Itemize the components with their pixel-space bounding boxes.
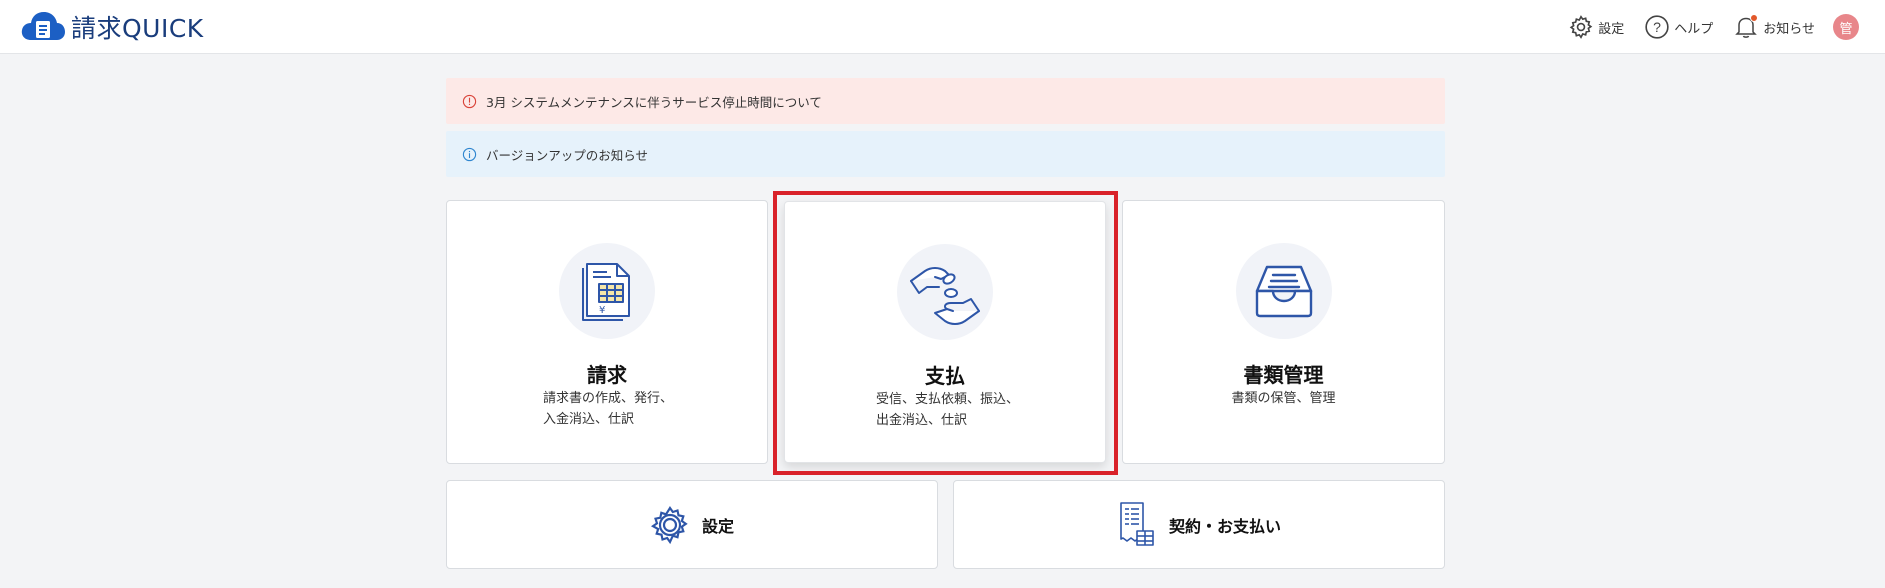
receipt-icon xyxy=(1120,501,1154,546)
billing-desc-line2: 入金消込、仕訳 xyxy=(543,412,635,427)
header-notifications-label: お知らせ xyxy=(1763,21,1815,37)
avatar[interactable]: 管 xyxy=(1833,14,1859,40)
inbox-tray-icon xyxy=(1235,243,1332,339)
payment-desc-line1: 受信、支払依頼、振込、 xyxy=(876,392,1020,407)
maintenance-alert[interactable]: 3月 システムメンテナンスに伴うサービス停止時間について xyxy=(446,78,1445,124)
help-icon: ? xyxy=(1644,14,1670,40)
version-alert-text: バージョンアップのお知らせ xyxy=(486,147,649,163)
contract-payment-label: 契約・お支払い xyxy=(1168,516,1281,536)
documents-desc-line1: 書類の保管、管理 xyxy=(1231,391,1336,406)
app-logo[interactable]: 請求QUICK xyxy=(20,10,204,44)
invoice-icon: ¥ xyxy=(559,243,655,339)
billing-card-description: 請求書の作成、発行、 入金消込、仕訳 xyxy=(543,388,673,430)
gear-icon xyxy=(650,505,688,544)
settings-card-label: 設定 xyxy=(701,516,734,536)
payment-card-title: 支払 xyxy=(925,364,965,388)
cloud-document-logo-icon xyxy=(21,12,65,40)
header-help-button[interactable]: ? ヘルプ xyxy=(1644,14,1713,40)
svg-text:¥: ¥ xyxy=(599,305,605,316)
billing-card[interactable]: ¥ 請求 請求書の作成、発行、 入金消込、仕訳 xyxy=(446,200,768,464)
gear-icon xyxy=(1568,14,1594,40)
svg-text:?: ? xyxy=(1653,19,1661,35)
header-notifications-button[interactable]: お知らせ xyxy=(1733,14,1815,40)
settings-card[interactable]: 設定 xyxy=(446,480,938,569)
app-name: 請求QUICK xyxy=(71,14,204,43)
documents-card-description: 書類の保管、管理 xyxy=(1123,388,1444,409)
payment-card-description: 受信、支払依頼、振込、 出金消込、仕訳 xyxy=(876,389,1019,431)
error-circle-icon xyxy=(462,94,477,108)
payment-desc-line2: 出金消込、仕訳 xyxy=(876,413,968,428)
hand-payment-icon xyxy=(897,244,993,340)
bell-icon xyxy=(1733,14,1759,40)
version-alert[interactable]: バージョンアップのお知らせ xyxy=(446,131,1445,177)
billing-card-title: 請求 xyxy=(587,363,627,387)
payment-card[interactable]: 支払 受信、支払依頼、振込、 出金消込、仕訳 xyxy=(784,201,1106,463)
header-settings-label: 設定 xyxy=(1598,21,1625,37)
top-bar: 請求QUICK 設定 ? ヘルプ お知らせ 管 xyxy=(0,0,1885,54)
info-circle-icon xyxy=(462,147,477,161)
billing-desc-line1: 請求書の作成、発行、 xyxy=(543,391,674,406)
maintenance-alert-text: 3月 システムメンテナンスに伴うサービス停止時間について xyxy=(486,94,822,110)
documents-card-title: 書類管理 xyxy=(1243,363,1324,387)
documents-card[interactable]: 書類管理 書類の保管、管理 xyxy=(1122,200,1445,464)
contract-payment-card[interactable]: 契約・お支払い xyxy=(953,480,1445,569)
header-help-label: ヘルプ xyxy=(1674,21,1714,37)
header-settings-button[interactable]: 設定 xyxy=(1568,14,1624,40)
header-actions: 設定 ? ヘルプ お知らせ 管 xyxy=(1548,12,1859,42)
